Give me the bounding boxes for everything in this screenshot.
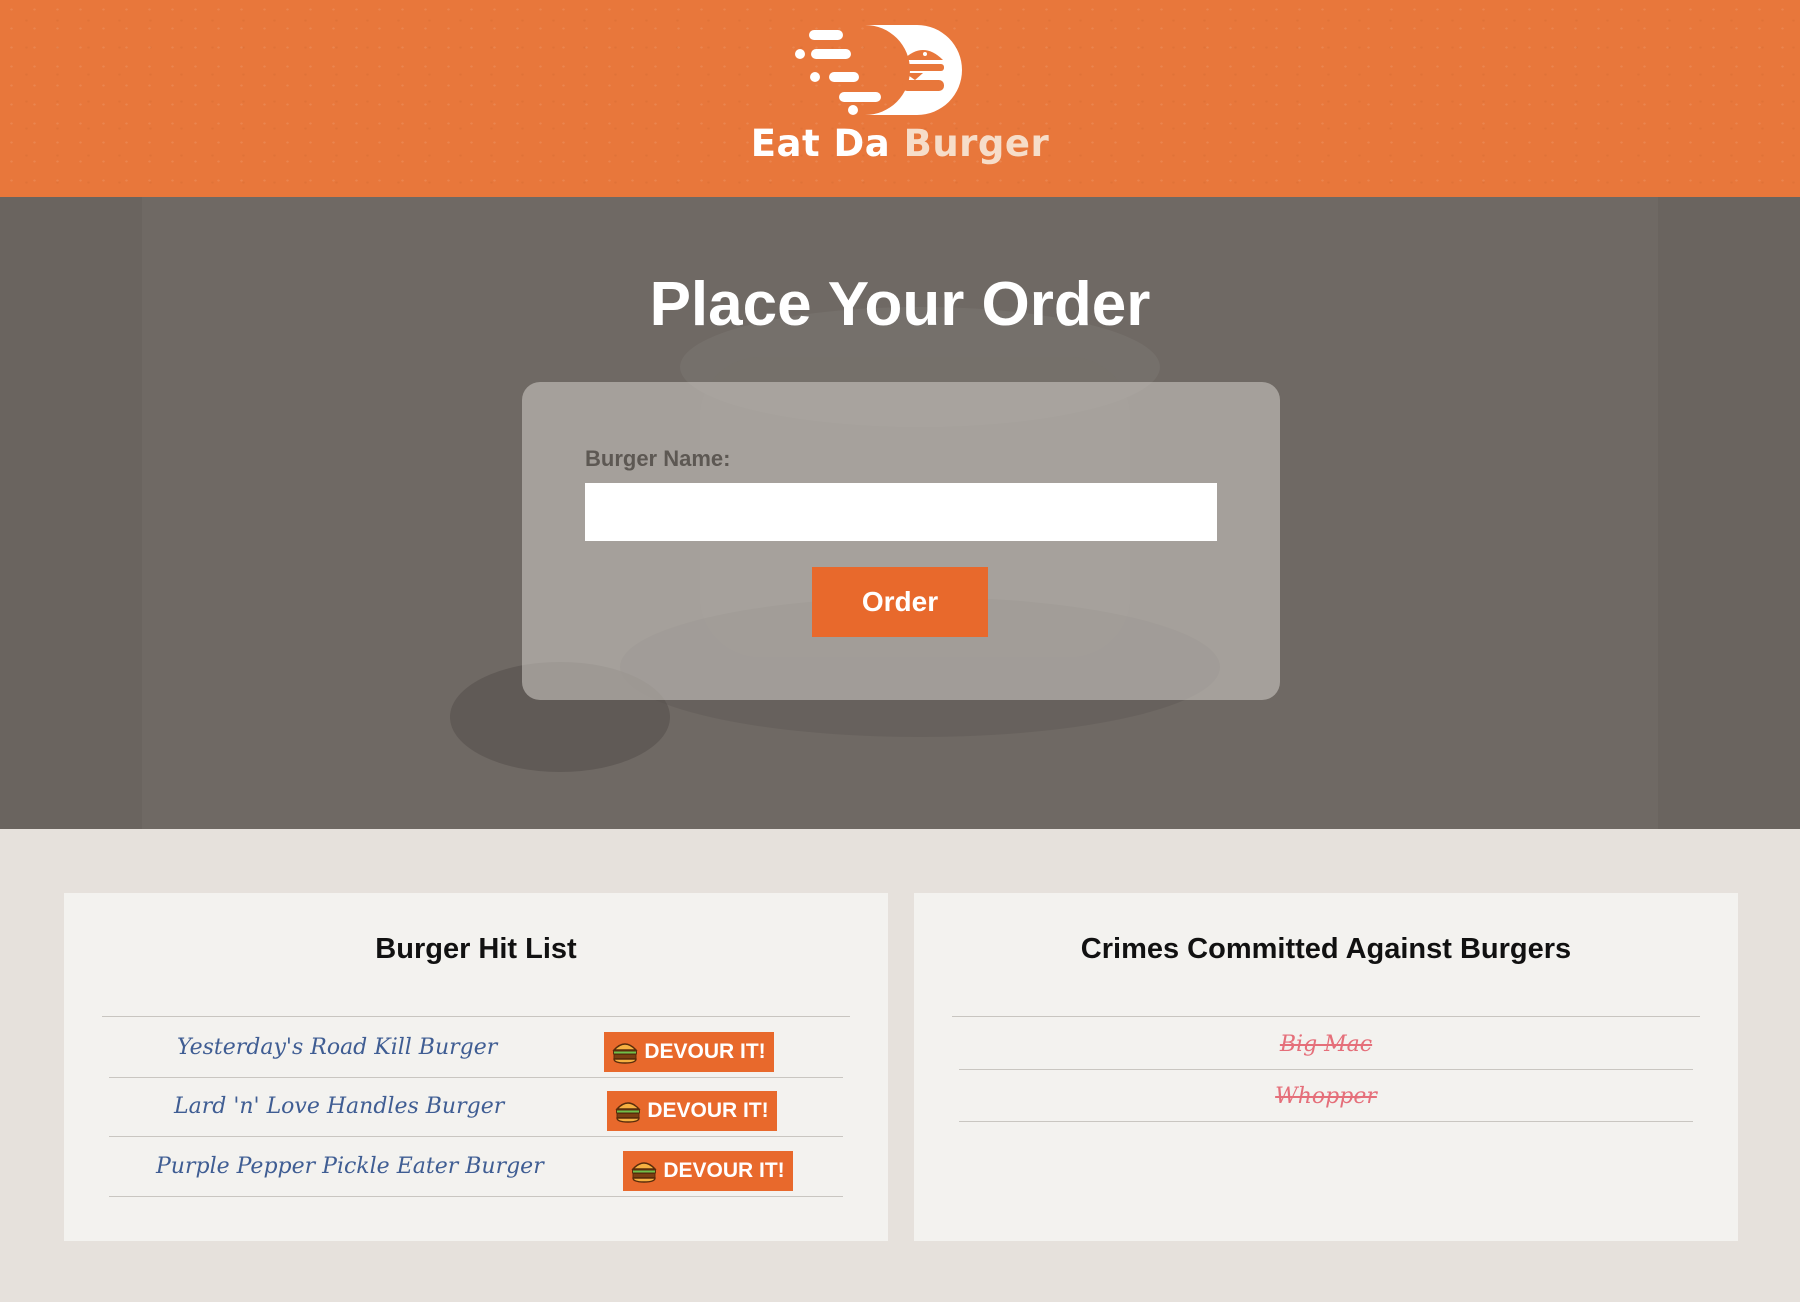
burger-name-label: Burger Name: [585, 446, 731, 471]
list-item-name: Yesterday's Road Kill Burger [177, 1035, 498, 1060]
devour-button[interactable]: DEVOUR IT! [623, 1151, 793, 1191]
order-hero: Place Your Order Burger Name: Order [0, 197, 1800, 829]
crimes-title: Crimes Committed Against Burgers [1080, 933, 1572, 965]
brand-name-accent: Burger [903, 122, 1050, 165]
row-divider [959, 1121, 1693, 1122]
devour-button[interactable]: DEVOUR IT! [604, 1032, 774, 1072]
burger-hit-list-panel: Burger Hit List Yesterday's Road Kill Bu… [64, 893, 888, 1241]
burger-icon [631, 1162, 657, 1183]
devoured-item: Whopper [1275, 1084, 1377, 1109]
site-header: Eat Da Burger [0, 0, 1800, 197]
hit-list-title: Burger Hit List [375, 933, 577, 965]
row-divider [959, 1069, 1693, 1070]
devour-button-label: DEVOUR IT! [644, 1040, 766, 1063]
devour-button-label: DEVOUR IT! [663, 1159, 785, 1182]
page-title: Place Your Order [649, 270, 1151, 339]
list-item-name: Purple Pepper Pickle Eater Burger [156, 1154, 544, 1179]
row-divider [109, 1077, 843, 1078]
order-button[interactable]: Order [812, 567, 988, 637]
divider [952, 1016, 1700, 1017]
order-form: Burger Name: Order [522, 382, 1280, 700]
list-item-name: Lard 'n' Love Handles Burger [174, 1094, 505, 1119]
devour-button-label: DEVOUR IT! [647, 1099, 769, 1122]
burger-icon [612, 1043, 638, 1064]
row-divider [109, 1196, 843, 1197]
burger-icon [615, 1102, 641, 1123]
divider [102, 1016, 850, 1017]
burger-name-input[interactable] [585, 483, 1217, 541]
devour-button[interactable]: DEVOUR IT! [607, 1091, 777, 1131]
devoured-item: Big Mac [1279, 1032, 1373, 1057]
row-divider [109, 1136, 843, 1137]
speeding-burger-icon [795, 25, 962, 115]
brand-name: Eat Da Burger [0, 122, 1800, 165]
brand-name-main: Eat Da [750, 122, 904, 165]
devoured-burgers-panel: Crimes Committed Against Burgers Big Mac… [914, 893, 1738, 1241]
